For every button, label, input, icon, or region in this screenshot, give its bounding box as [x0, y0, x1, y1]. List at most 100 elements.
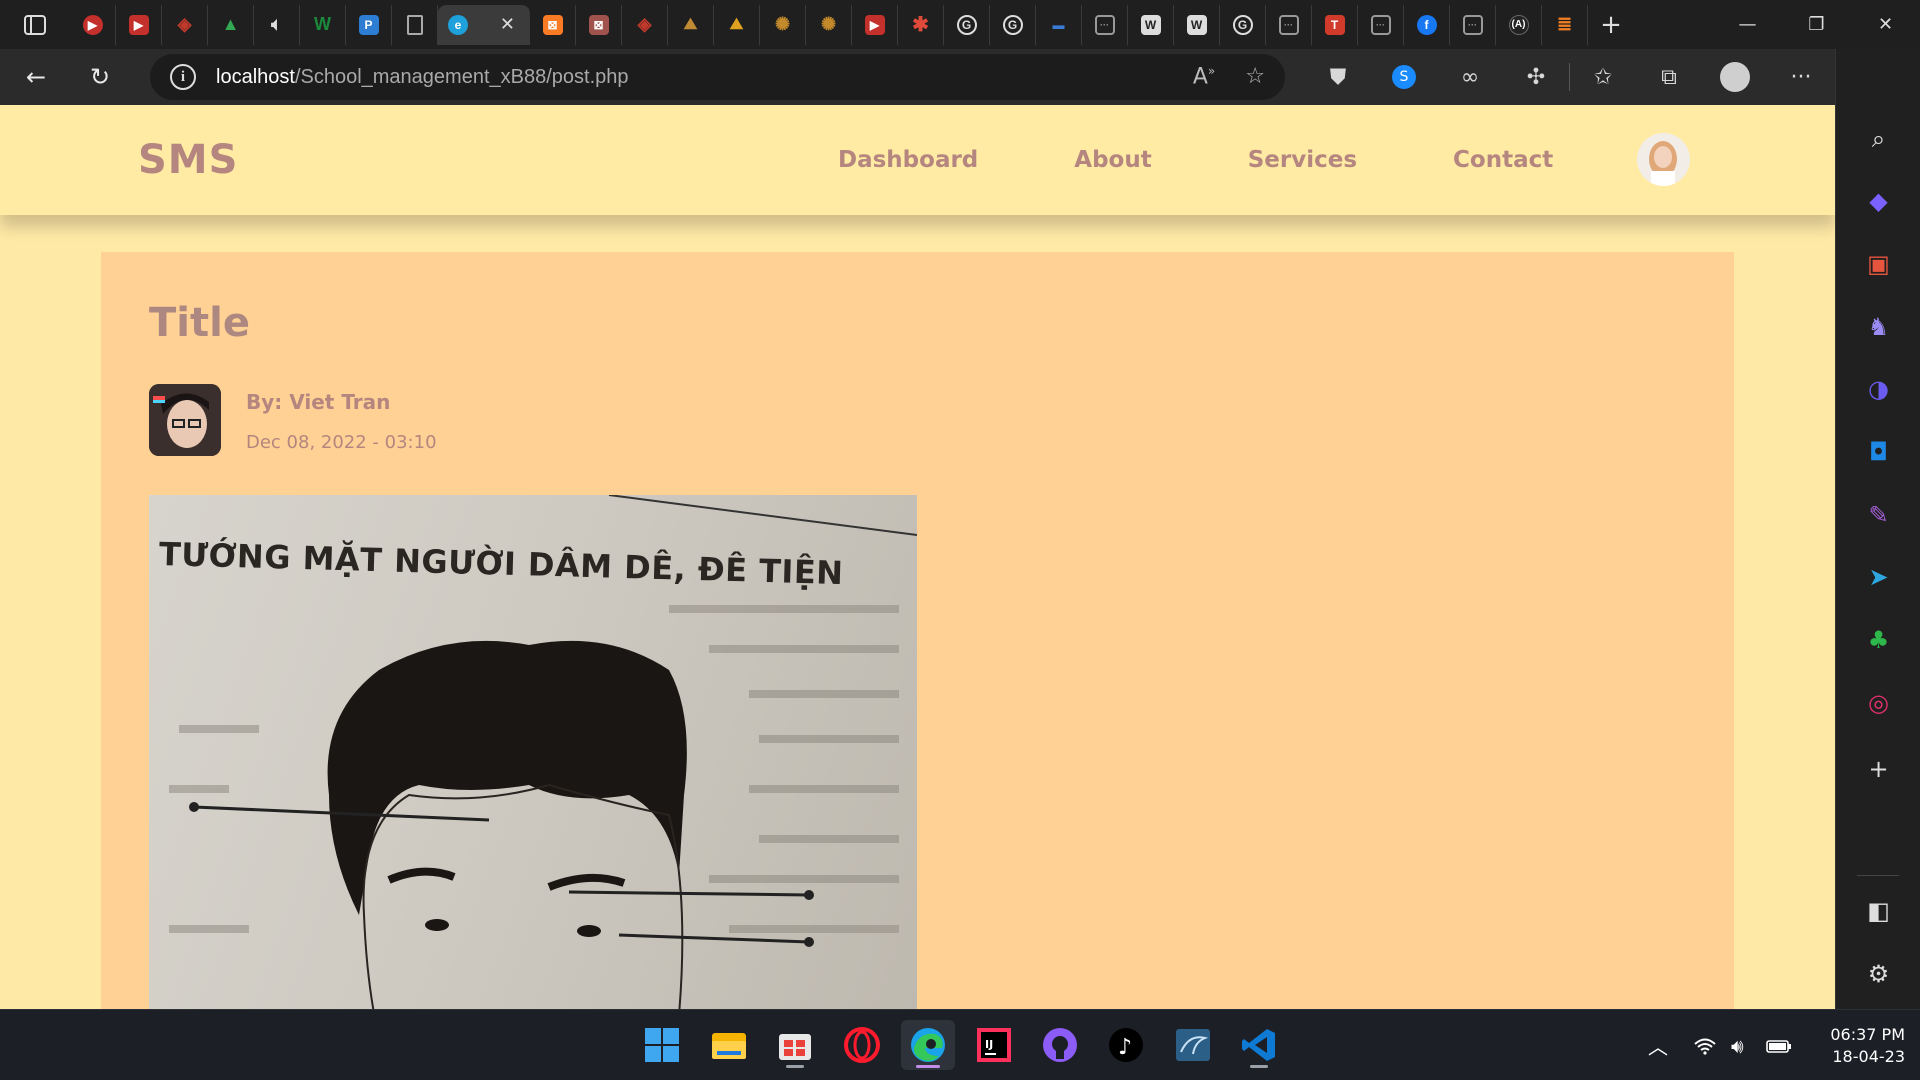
tab-document[interactable]	[392, 4, 438, 45]
tab-actions-button[interactable]	[0, 0, 70, 49]
tab-a[interactable]: (A)	[1496, 4, 1542, 45]
intellij-icon[interactable]: IJ	[967, 1020, 1021, 1070]
tab-p[interactable]: P	[346, 4, 392, 45]
battery-icon[interactable]	[1766, 1010, 1792, 1080]
copilot-icon[interactable]: ◑	[1836, 369, 1920, 409]
store-icon[interactable]	[768, 1020, 822, 1070]
tab-xampp[interactable]: ⊠	[530, 4, 576, 45]
favorites-icon[interactable]: ✩	[1570, 65, 1636, 90]
nav-contact[interactable]: Contact	[1453, 147, 1553, 173]
tab-page[interactable]: ···	[1266, 4, 1312, 45]
url-text[interactable]: localhost/School_management_xB88/post.ph…	[216, 66, 629, 89]
windows-start-icon[interactable]	[635, 1020, 689, 1070]
xampp-icon: ⊠	[588, 14, 609, 35]
more-options-icon[interactable]: ···	[1768, 65, 1834, 90]
user-avatar[interactable]	[1637, 133, 1690, 186]
address-bar[interactable]: i localhost/School_management_xB88/post.…	[150, 54, 1285, 100]
volume-icon[interactable]: 🔊︎	[1731, 1010, 1744, 1080]
tiktok-icon[interactable]: ♪	[1099, 1020, 1153, 1070]
wifi-icon[interactable]	[1694, 1010, 1716, 1080]
vpn-icon[interactable]: ∞	[1437, 65, 1503, 90]
github-icon[interactable]	[1033, 1020, 1087, 1070]
designer-icon[interactable]: ✎	[1836, 495, 1920, 535]
tab-youtube[interactable]: ▶	[70, 4, 116, 45]
tab-site[interactable]: ▬	[1036, 4, 1082, 45]
tab-site[interactable]: ✱	[898, 4, 944, 45]
show-hidden-icons-button[interactable]: ︿	[1648, 1010, 1668, 1080]
tab-site[interactable]: ◈	[622, 4, 668, 45]
tab-page[interactable]: ···	[1082, 4, 1128, 45]
nav-services[interactable]: Services	[1248, 147, 1357, 173]
outlook-icon[interactable]: ◘	[1836, 432, 1920, 472]
close-tab-icon[interactable]: ✕	[500, 14, 515, 35]
file-explorer-icon[interactable]	[702, 1020, 756, 1070]
tab-facebook[interactable]: f	[1404, 4, 1450, 45]
add-favorite-icon[interactable]: ☆	[1245, 64, 1265, 89]
send-icon[interactable]: ➤	[1836, 557, 1920, 597]
post-date: Dec 08, 2022 - 03:10	[246, 432, 437, 453]
url-path: /School_management_xB88/post.php	[294, 65, 629, 88]
vscode-icon[interactable]	[1232, 1020, 1286, 1070]
tab-site[interactable]: ⛰︎	[714, 4, 760, 45]
profile-icon[interactable]	[1702, 62, 1768, 92]
briefcase-icon[interactable]: ▣	[1836, 244, 1920, 284]
close-window-button[interactable]: ✕	[1851, 0, 1920, 49]
restore-button[interactable]: ❐	[1782, 0, 1851, 49]
mountain-icon: ⛰︎	[729, 15, 744, 33]
tab-drive[interactable]: ▲	[208, 4, 254, 45]
toolbar-extensions: ⛊ S ∞ ✣ ✩ ⧉ ··· b	[1305, 49, 1900, 105]
add-icon[interactable]: +	[1836, 749, 1920, 789]
system-clock[interactable]: 06:37 PM 18-04-23	[1815, 1024, 1905, 1068]
tab-wikipedia[interactable]: W	[1128, 4, 1174, 45]
site-info-icon[interactable]: i	[170, 64, 196, 90]
site-nav: Dashboard About Services Contact	[838, 147, 1649, 173]
extensions-icon[interactable]: ✣	[1503, 65, 1569, 90]
instagram-icon[interactable]: ◎	[1836, 683, 1920, 723]
tab-site[interactable]: ✺	[806, 4, 852, 45]
tree-icon[interactable]: ♣	[1836, 620, 1920, 660]
tab-site[interactable]: ◈	[162, 4, 208, 45]
tab-w[interactable]: W	[300, 4, 346, 45]
split-screen-icon[interactable]: ◧	[1836, 891, 1920, 931]
tab-youtube[interactable]: ▶	[852, 4, 898, 45]
tab-wikipedia[interactable]: W	[1174, 4, 1220, 45]
tab-youtube[interactable]: ▶	[116, 4, 162, 45]
tab-t[interactable]: T	[1312, 4, 1358, 45]
google-icon: G	[956, 14, 977, 35]
read-aloud-icon[interactable]: A»	[1193, 64, 1215, 89]
collections-icon[interactable]: ⧉	[1636, 65, 1702, 90]
mysql-workbench-icon[interactable]	[1166, 1020, 1220, 1070]
tab-audio[interactable]: 🔈︎	[254, 4, 300, 45]
nav-about[interactable]: About	[1074, 147, 1151, 173]
nav-dashboard[interactable]: Dashboard	[838, 147, 978, 173]
tab-stackoverflow[interactable]: ≣	[1542, 4, 1588, 45]
app-running-indicator	[1250, 1065, 1268, 1068]
edge-icon[interactable]	[901, 1020, 955, 1070]
shazam-icon[interactable]: S	[1371, 65, 1437, 89]
minimize-button[interactable]: —	[1713, 0, 1782, 49]
site-logo[interactable]: SMS	[138, 137, 238, 183]
tab-google[interactable]: G	[1220, 4, 1266, 45]
tab-google[interactable]: G	[944, 4, 990, 45]
opera-icon[interactable]	[835, 1020, 889, 1070]
back-button[interactable]: ←	[8, 49, 64, 105]
refresh-icon: ↻	[89, 63, 111, 91]
clock-date: 18-04-23	[1832, 1047, 1905, 1066]
tab-site[interactable]: ⛰︎	[668, 4, 714, 45]
tab-site[interactable]: ✺	[760, 4, 806, 45]
new-tab-button[interactable]: +	[1588, 5, 1634, 45]
tag-icon[interactable]: ◆	[1836, 181, 1920, 221]
tab-google[interactable]: G	[990, 4, 1036, 45]
refresh-button[interactable]: ↻	[72, 49, 128, 105]
tab-xampp[interactable]: ⊠	[576, 4, 622, 45]
tab-active[interactable]: e ✕	[438, 4, 530, 45]
search-icon[interactable]: ⌕	[1836, 119, 1920, 159]
a-icon: (A)	[1508, 14, 1529, 35]
google-icon: G	[1232, 14, 1253, 35]
shield-icon[interactable]: ⛊	[1305, 65, 1371, 90]
tab-page[interactable]: ···	[1450, 4, 1496, 45]
tab-page[interactable]: ···	[1358, 4, 1404, 45]
games-icon[interactable]: ♞	[1836, 307, 1920, 347]
settings-icon[interactable]: ⚙	[1836, 954, 1920, 994]
stackoverflow-icon: ≣	[1556, 14, 1573, 34]
